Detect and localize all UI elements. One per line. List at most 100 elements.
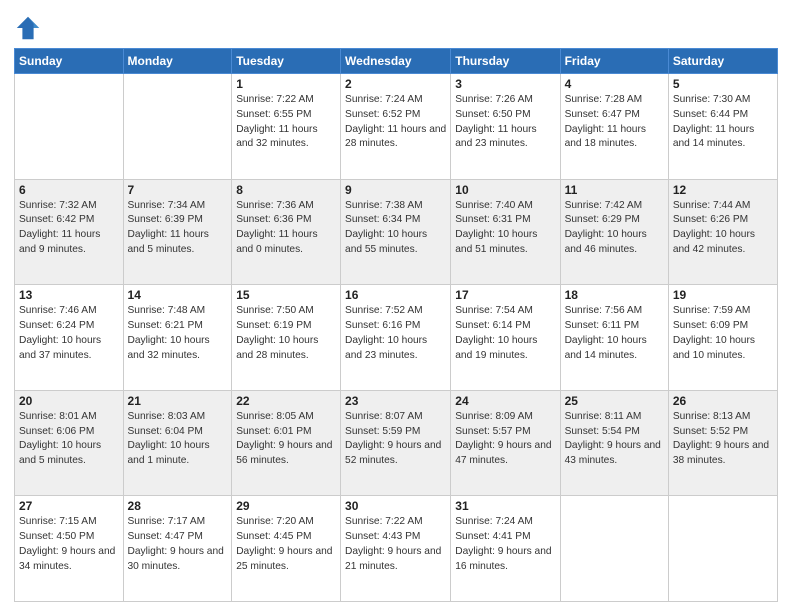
calendar-cell: 13 Sunrise: 7:46 AMSunset: 6:24 PMDayligh… [15, 285, 124, 391]
day-number: 27 [19, 499, 119, 513]
day-number: 13 [19, 288, 119, 302]
calendar-cell: 14Sunrise: 7:48 AMSunset: 6:21 PMDayligh… [123, 285, 232, 391]
calendar-cell: 29Sunrise: 7:20 AMSunset: 4:45 PMDayligh… [232, 496, 341, 602]
day-info: Sunrise: 7:32 AMSunset: 6:42 PMDaylight:… [19, 199, 119, 258]
day-info: Sunrise: 8:05 AMSunset: 6:01 PMDaylight:… [236, 410, 336, 469]
day-number: 6 [19, 183, 119, 197]
calendar-cell: 23 Sunrise: 8:07 AMSunset: 5:59 PMDayligh… [341, 390, 451, 496]
calendar-cell: 17 Sunrise: 7:54 AMSunset: 6:14 PMDayligh… [451, 285, 560, 391]
calendar-header: SundayMondayTuesdayWednesdayThursdayFrid… [15, 49, 778, 74]
day-number: 21 [128, 394, 228, 408]
day-number: 9 [345, 183, 446, 197]
day-info: Sunrise: 7:50 AMSunset: 6:19 PMDaylight:… [236, 304, 336, 363]
calendar-cell: 25Sunrise: 8:11 AMSunset: 5:54 PMDayligh… [560, 390, 668, 496]
calendar-cell: 21Sunrise: 8:03 AMSunset: 6:04 PMDayligh… [123, 390, 232, 496]
day-number: 1 [236, 77, 336, 91]
day-info: Sunrise: 8:01 AMSunset: 6:06 PMDaylight:… [19, 410, 119, 469]
day-number: 16 [345, 288, 446, 302]
day-info: Sunrise: 7:17 AMSunset: 4:47 PMDaylight:… [128, 515, 228, 574]
day-number: 5 [673, 77, 773, 91]
day-info: Sunrise: 7:56 AMSunset: 6:11 PMDaylight:… [565, 304, 664, 363]
day-info: Sunrise: 7:22 AMSunset: 6:55 PMDaylight:… [236, 93, 336, 152]
day-info: Sunrise: 7:24 AMSunset: 6:52 PMDaylight:… [345, 93, 446, 152]
day-info: Sunrise: 7:46 AMSunset: 6:24 PMDaylight:… [19, 304, 119, 363]
calendar-cell [668, 496, 777, 602]
calendar-cell: 4Sunrise: 7:28 AMSunset: 6:47 PMDaylight… [560, 74, 668, 180]
calendar-cell: 2 Sunrise: 7:24 AMSunset: 6:52 PMDaylight… [341, 74, 451, 180]
day-info: Sunrise: 7:38 AMSunset: 6:34 PMDaylight:… [345, 199, 446, 258]
day-info: Sunrise: 7:22 AMSunset: 4:43 PMDaylight:… [345, 515, 446, 574]
calendar-cell [15, 74, 124, 180]
day-number: 29 [236, 499, 336, 513]
day-number: 10 [455, 183, 555, 197]
calendar-cell: 22 Sunrise: 8:05 AMSunset: 6:01 PMDayligh… [232, 390, 341, 496]
day-info: Sunrise: 7:44 AMSunset: 6:26 PMDaylight:… [673, 199, 773, 258]
logo [14, 14, 46, 42]
weekday-header: Friday [560, 49, 668, 74]
day-number: 25 [565, 394, 664, 408]
calendar-cell: 11Sunrise: 7:42 AMSunset: 6:29 PMDayligh… [560, 179, 668, 285]
calendar-cell: 15Sunrise: 7:50 AMSunset: 6:19 PMDayligh… [232, 285, 341, 391]
day-info: Sunrise: 7:42 AMSunset: 6:29 PMDaylight:… [565, 199, 664, 258]
weekday-header: Monday [123, 49, 232, 74]
day-number: 22 [236, 394, 336, 408]
day-number: 31 [455, 499, 555, 513]
calendar-cell: 9 Sunrise: 7:38 AMSunset: 6:34 PMDaylight… [341, 179, 451, 285]
day-info: Sunrise: 8:13 AMSunset: 5:52 PMDaylight:… [673, 410, 773, 469]
calendar-cell: 24Sunrise: 8:09 AMSunset: 5:57 PMDayligh… [451, 390, 560, 496]
calendar-table: SundayMondayTuesdayWednesdayThursdayFrid… [14, 48, 778, 602]
weekday-row: SundayMondayTuesdayWednesdayThursdayFrid… [15, 49, 778, 74]
day-info: Sunrise: 7:30 AMSunset: 6:44 PMDaylight:… [673, 93, 773, 152]
calendar-cell: 26 Sunrise: 8:13 AMSunset: 5:52 PMDayligh… [668, 390, 777, 496]
calendar-cell: 12 Sunrise: 7:44 AMSunset: 6:26 PMDayligh… [668, 179, 777, 285]
day-number: 12 [673, 183, 773, 197]
calendar-cell: 18 Sunrise: 7:56 AMSunset: 6:11 PMDayligh… [560, 285, 668, 391]
weekday-header: Saturday [668, 49, 777, 74]
day-number: 8 [236, 183, 336, 197]
day-info: Sunrise: 8:07 AMSunset: 5:59 PMDaylight:… [345, 410, 446, 469]
day-number: 28 [128, 499, 228, 513]
calendar-cell: 16Sunrise: 7:52 AMSunset: 6:16 PMDayligh… [341, 285, 451, 391]
calendar-cell [123, 74, 232, 180]
calendar-row: 1 Sunrise: 7:22 AMSunset: 6:55 PMDaylight… [15, 74, 778, 180]
day-number: 17 [455, 288, 555, 302]
day-info: Sunrise: 7:59 AMSunset: 6:09 PMDaylight:… [673, 304, 773, 363]
calendar-cell: 8 Sunrise: 7:36 AMSunset: 6:36 PMDaylight… [232, 179, 341, 285]
day-number: 24 [455, 394, 555, 408]
weekday-header: Wednesday [341, 49, 451, 74]
calendar-cell: 5 Sunrise: 7:30 AMSunset: 6:44 PMDaylight… [668, 74, 777, 180]
calendar-cell: 20 Sunrise: 8:01 AMSunset: 6:06 PMDayligh… [15, 390, 124, 496]
weekday-header: Tuesday [232, 49, 341, 74]
day-number: 20 [19, 394, 119, 408]
calendar-row: 27Sunrise: 7:15 AMSunset: 4:50 PMDayligh… [15, 496, 778, 602]
day-info: Sunrise: 7:26 AMSunset: 6:50 PMDaylight:… [455, 93, 555, 152]
logo-icon [14, 14, 42, 42]
calendar-cell: 6 Sunrise: 7:32 AMSunset: 6:42 PMDaylight… [15, 179, 124, 285]
calendar-cell: 1 Sunrise: 7:22 AMSunset: 6:55 PMDaylight… [232, 74, 341, 180]
calendar-cell: 7 Sunrise: 7:34 AMSunset: 6:39 PMDaylight… [123, 179, 232, 285]
page: SundayMondayTuesdayWednesdayThursdayFrid… [0, 0, 792, 612]
day-number: 23 [345, 394, 446, 408]
calendar-cell: 3Sunrise: 7:26 AMSunset: 6:50 PMDaylight… [451, 74, 560, 180]
calendar-row: 13 Sunrise: 7:46 AMSunset: 6:24 PMDayligh… [15, 285, 778, 391]
calendar-row: 6 Sunrise: 7:32 AMSunset: 6:42 PMDaylight… [15, 179, 778, 285]
day-info: Sunrise: 7:34 AMSunset: 6:39 PMDaylight:… [128, 199, 228, 258]
day-number: 26 [673, 394, 773, 408]
day-info: Sunrise: 7:54 AMSunset: 6:14 PMDaylight:… [455, 304, 555, 363]
calendar-cell: 10Sunrise: 7:40 AMSunset: 6:31 PMDayligh… [451, 179, 560, 285]
calendar-cell [560, 496, 668, 602]
calendar-cell: 31 Sunrise: 7:24 AMSunset: 4:41 PMDayligh… [451, 496, 560, 602]
calendar-cell: 19 Sunrise: 7:59 AMSunset: 6:09 PMDayligh… [668, 285, 777, 391]
calendar-cell: 30Sunrise: 7:22 AMSunset: 4:43 PMDayligh… [341, 496, 451, 602]
calendar-row: 20 Sunrise: 8:01 AMSunset: 6:06 PMDayligh… [15, 390, 778, 496]
day-info: Sunrise: 7:36 AMSunset: 6:36 PMDaylight:… [236, 199, 336, 258]
calendar-cell: 28 Sunrise: 7:17 AMSunset: 4:47 PMDayligh… [123, 496, 232, 602]
calendar-body: 1 Sunrise: 7:22 AMSunset: 6:55 PMDaylight… [15, 74, 778, 602]
day-number: 2 [345, 77, 446, 91]
day-number: 19 [673, 288, 773, 302]
day-info: Sunrise: 7:28 AMSunset: 6:47 PMDaylight:… [565, 93, 664, 152]
day-number: 18 [565, 288, 664, 302]
day-info: Sunrise: 7:24 AMSunset: 4:41 PMDaylight:… [455, 515, 555, 574]
day-number: 7 [128, 183, 228, 197]
header [14, 10, 778, 42]
